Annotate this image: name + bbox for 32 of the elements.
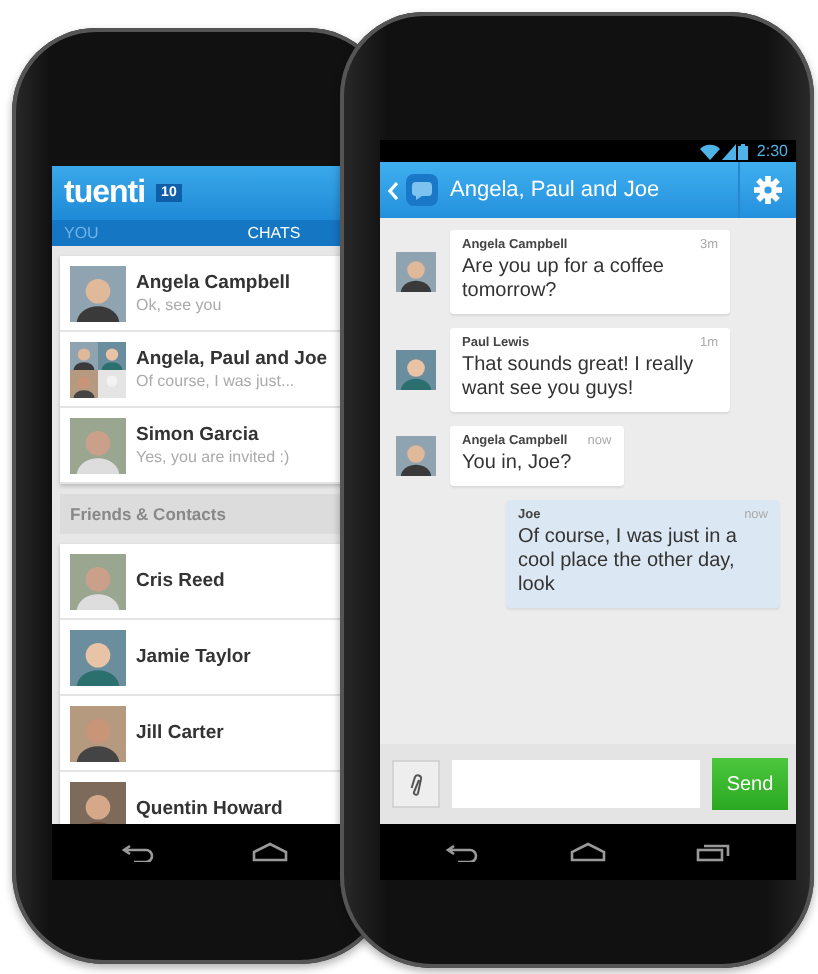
paperclip-icon xyxy=(410,773,422,795)
home-icon[interactable] xyxy=(252,842,288,862)
message-preview: Ok, see you xyxy=(136,296,224,314)
back-icon[interactable] xyxy=(120,842,156,862)
signal-icon xyxy=(722,143,737,159)
battery-icon xyxy=(738,143,749,159)
back-icon[interactable] xyxy=(444,842,481,862)
attach-button[interactable] xyxy=(392,760,440,808)
message-text: That sounds great! I really want see you guys! xyxy=(462,354,696,402)
message-preview: Of course, I was just... xyxy=(136,372,297,390)
tab[interactable]: CHATS xyxy=(204,224,344,242)
contact-name: Angela Campbell xyxy=(136,272,291,294)
contact-name: Jamie Taylor xyxy=(136,646,251,668)
status-time: 2:30 xyxy=(756,142,788,160)
message-text: You in, Joe? xyxy=(462,452,574,476)
contact-name: Simon Garcia xyxy=(136,424,261,446)
message-preview: Yes, you are invited :) xyxy=(136,448,290,466)
chat-bubble-icon xyxy=(406,174,438,206)
home-icon[interactable] xyxy=(569,842,606,862)
message-input[interactable] xyxy=(452,760,700,808)
message-text: Of course, I was just in a cool place the other day, look xyxy=(518,526,739,598)
contact-name: Jill Carter xyxy=(136,722,224,744)
settings-icon xyxy=(754,176,782,204)
chat-title: Angela, Paul and Joe xyxy=(450,178,662,202)
message-text: Are you up for a coffee tomorrow? xyxy=(462,256,666,304)
contact-name: Quentin Howard xyxy=(136,798,283,820)
app-logo: tuenti xyxy=(64,175,146,211)
contact-name: Angela, Paul and Joe xyxy=(136,348,328,370)
contact-name: Cris Reed xyxy=(136,570,225,592)
recent-apps-icon[interactable] xyxy=(695,842,732,862)
caret-icon[interactable] xyxy=(388,181,398,199)
wifi-icon xyxy=(700,143,721,159)
